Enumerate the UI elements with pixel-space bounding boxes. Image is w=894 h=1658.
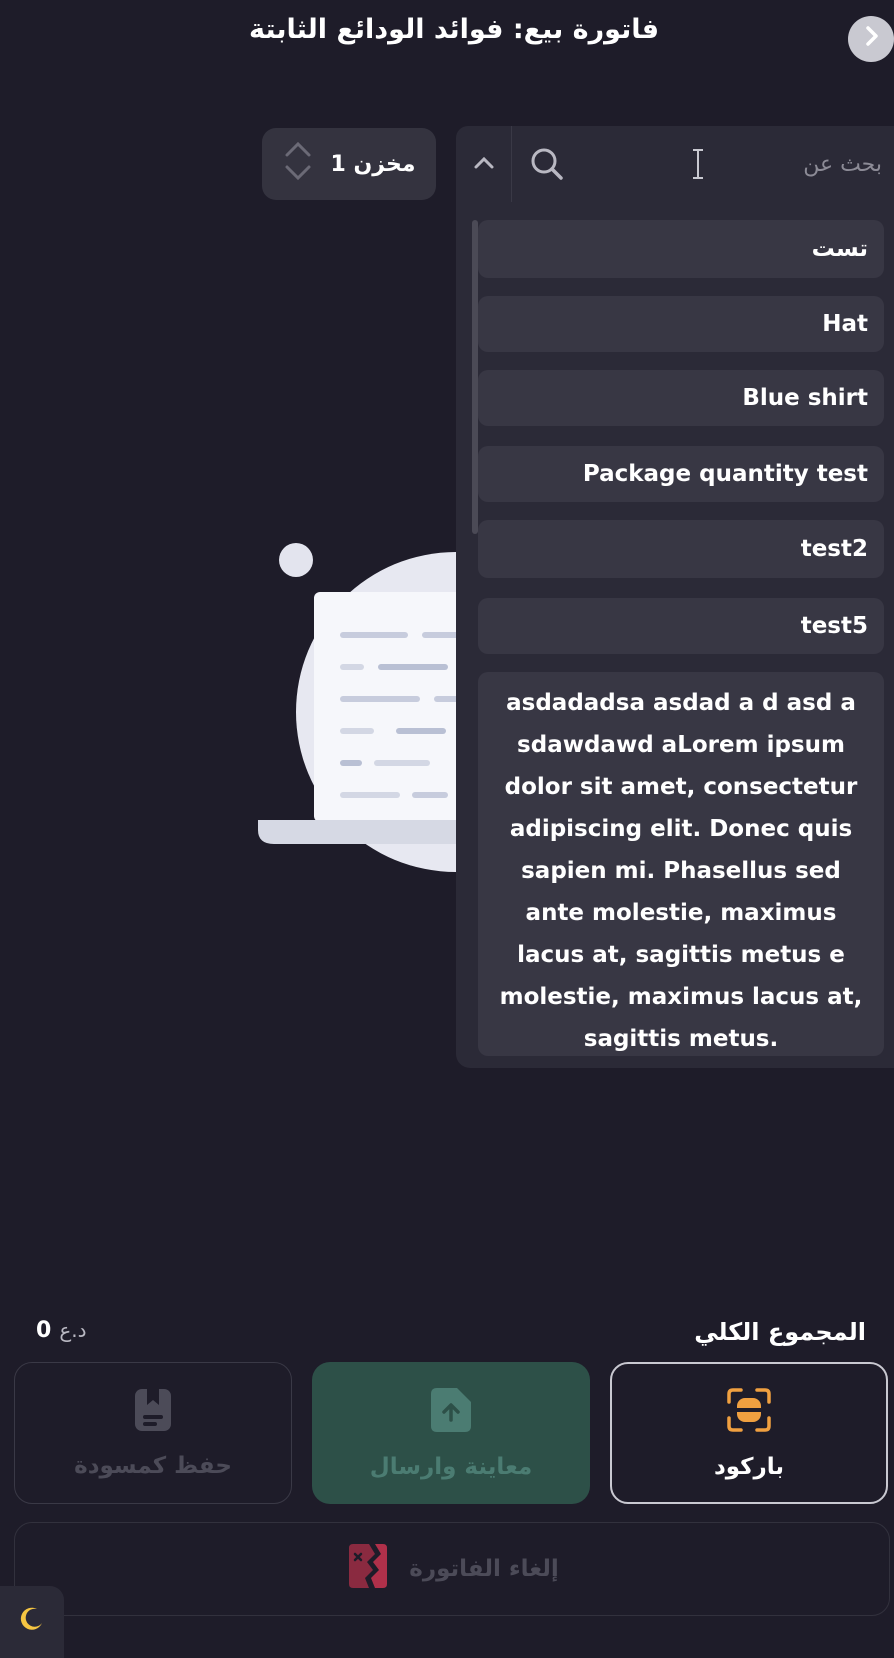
list-item[interactable]: Package quantity test (478, 446, 884, 502)
sort-arrows-icon (283, 140, 313, 188)
search-icon[interactable] (512, 126, 582, 202)
search-input[interactable] (582, 126, 894, 202)
warehouse-label: مخزن 1 (330, 151, 416, 177)
broken-document-icon (345, 1542, 391, 1596)
warehouse-select[interactable]: مخزن 1 (262, 128, 436, 200)
total-amount: 0 (36, 1318, 52, 1343)
preview-send-label: معاينة وارسال (369, 1454, 533, 1480)
save-draft-button[interactable]: حفظ كمسودة (14, 1362, 292, 1504)
moon-icon (19, 1606, 45, 1638)
list-item[interactable]: Hat (478, 296, 884, 352)
file-upload-icon (429, 1386, 473, 1440)
list-item[interactable]: Blue shirt (478, 370, 884, 426)
page-title: فاتورة بيع: فوائد الودائع الثابتة (248, 14, 660, 45)
total-value: 0 د.ع (36, 1318, 87, 1343)
text-cursor-icon (690, 148, 706, 180)
search-bar[interactable] (456, 126, 894, 202)
collapse-dropdown-button[interactable] (456, 126, 512, 202)
empty-invoice-illustration (250, 540, 616, 880)
list-item[interactable]: asdadadsa asdad a d asd a sdawdawd aLore… (478, 672, 884, 1056)
barcode-label: باركود (713, 1454, 785, 1480)
list-item[interactable]: test2 (478, 520, 884, 578)
list-item[interactable]: test5 (478, 598, 884, 654)
list-item[interactable]: تست (478, 220, 884, 278)
barcode-scan-icon (725, 1386, 773, 1440)
save-draft-label: حفظ كمسودة (74, 1453, 232, 1479)
bookmark-file-icon (133, 1387, 173, 1439)
currency-label: د.ع (59, 1318, 87, 1342)
product-dropdown-list[interactable]: تست Hat Blue shirt Package quantity test… (456, 202, 894, 1068)
chevron-up-icon (473, 155, 495, 174)
cancel-invoice-button[interactable]: إلغاء الفاتورة (14, 1522, 890, 1616)
barcode-button[interactable]: باركود (610, 1362, 888, 1504)
cancel-invoice-label: إلغاء الفاتورة (409, 1556, 559, 1582)
theme-toggle-button[interactable] (0, 1586, 64, 1658)
preview-send-button[interactable]: معاينة وارسال (312, 1362, 590, 1504)
total-label: المجموع الكلي (694, 1318, 866, 1346)
